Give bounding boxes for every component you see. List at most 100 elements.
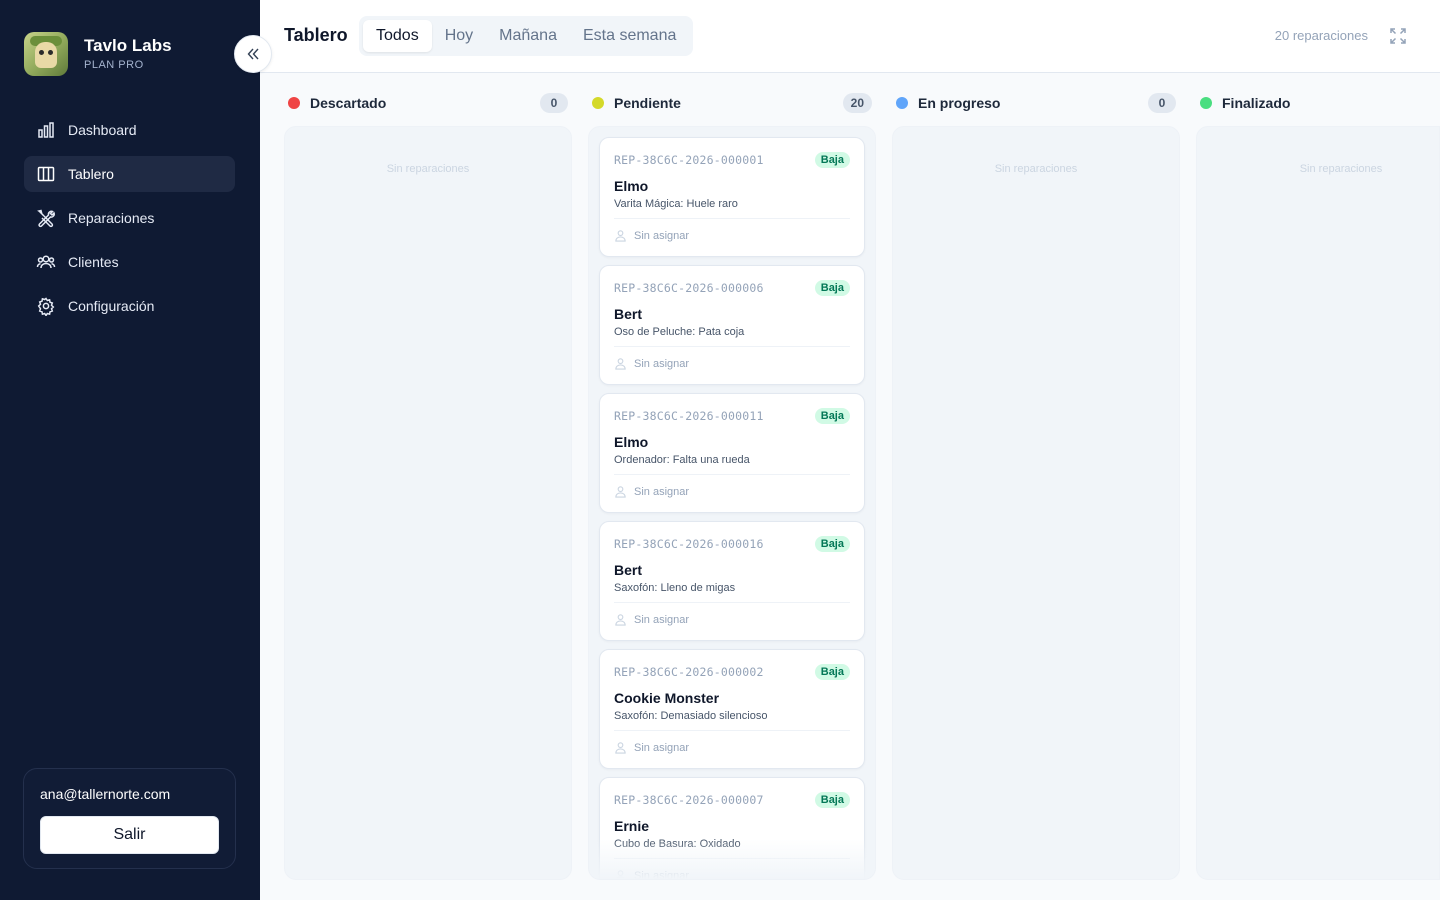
repair-card[interactable]: REP-38C6C-2026-000002 Baja Cookie Monster…: [599, 649, 865, 769]
page-title: Tablero: [284, 25, 348, 45]
sidebar-item-configuracion[interactable]: Configuración: [24, 288, 235, 324]
assignee-label: Sin asignar: [634, 485, 690, 498]
column-dropzone[interactable]: Sin reparaciones: [892, 126, 1180, 880]
user-icon: [615, 742, 626, 754]
users-icon: [36, 255, 56, 269]
logout-button[interactable]: Salir: [40, 816, 219, 854]
sidebar-item-reparaciones[interactable]: Reparaciones: [24, 200, 235, 236]
sidebar-item-label: Tablero: [68, 166, 114, 182]
sidebar-item-label: Reparaciones: [68, 210, 155, 226]
brand-name: Tavlo Labs: [84, 36, 172, 55]
sidebar: Tavlo Labs PLAN PRO Dashboard Tablero Re…: [0, 0, 260, 900]
account-panel: ana@tallernorte.com Salir: [23, 768, 236, 869]
column-count-badge: 0: [540, 93, 568, 113]
customer-name: Elmo: [614, 178, 649, 194]
column-title: Pendiente: [614, 95, 681, 111]
priority-badge: Baja: [814, 664, 850, 680]
sidebar-nav: Dashboard Tablero Reparaciones Clientes …: [24, 112, 235, 332]
plan-label: PLAN PRO: [84, 59, 144, 71]
brand-logo: [24, 32, 68, 76]
column-header: Finalizado: [1196, 88, 1440, 118]
tab-todos[interactable]: Todos: [363, 20, 432, 52]
sidebar-item-clientes[interactable]: Clientes: [24, 244, 235, 280]
column-title: En progreso: [918, 95, 1001, 111]
fullscreen-button[interactable]: [1388, 26, 1408, 46]
repair-card[interactable]: REP-38C6C-2026-000011 Baja Elmo Ordenador…: [599, 393, 865, 513]
repair-description: Cubo de Basura: Oxidado: [614, 837, 850, 859]
assignee[interactable]: Sin asignar: [614, 741, 850, 754]
column-title: Finalizado: [1222, 95, 1291, 111]
user-icon: [615, 614, 626, 626]
tab-esta-semana[interactable]: Esta semana: [570, 20, 689, 52]
repair-id: REP-38C6C-2026-000002: [614, 665, 764, 679]
column-title: Descartado: [310, 95, 387, 111]
status-dot: [1200, 97, 1212, 109]
customer-name: Bert: [614, 562, 643, 578]
assignee[interactable]: Sin asignar: [614, 357, 850, 370]
column-pendiente: Pendiente 20 REP-38C6C-2026-000001 Baja E…: [588, 88, 876, 880]
sidebar-item-dashboard[interactable]: Dashboard: [24, 112, 235, 148]
tab-manana[interactable]: Mañana: [486, 20, 570, 52]
bar-chart-icon: [38, 122, 54, 138]
empty-state: Sin reparaciones: [386, 163, 470, 175]
tools-icon: [37, 209, 55, 228]
customer-name: Ernie: [614, 818, 650, 834]
repair-card[interactable]: REP-38C6C-2026-000006 Baja Bert Oso de Pe…: [599, 265, 865, 385]
expand-icon: [1390, 28, 1406, 44]
column-count-badge: 0: [1148, 93, 1176, 113]
assignee[interactable]: Sin asignar: [614, 229, 850, 242]
sidebar-item-label: Dashboard: [68, 122, 137, 138]
repair-description: Saxofón: Lleno de migas: [614, 581, 850, 603]
repair-id: REP-38C6C-2026-000001: [614, 153, 764, 167]
priority-badge: Baja: [814, 280, 850, 296]
priority-badge: Baja: [814, 408, 850, 424]
chevrons-left-icon: [247, 48, 259, 60]
column-en-progreso: En progreso 0 Sin reparaciones: [892, 88, 1180, 880]
column-dropzone[interactable]: Sin reparaciones: [284, 126, 572, 880]
status-dot: [896, 97, 908, 109]
repair-count: 20 reparaciones: [1274, 28, 1368, 43]
empty-state: Sin reparaciones: [994, 163, 1078, 175]
date-filter-tabs: Todos Hoy Mañana Esta semana: [359, 16, 694, 56]
repair-card[interactable]: REP-38C6C-2026-000007 Baja Ernie Cubo de …: [599, 777, 865, 880]
assignee-label: Sin asignar: [634, 869, 690, 880]
empty-state: Sin reparaciones: [1299, 163, 1383, 175]
assignee-label: Sin asignar: [634, 229, 690, 242]
columns-icon: [37, 166, 55, 182]
status-dot: [592, 97, 604, 109]
user-icon: [615, 358, 626, 370]
repair-id: REP-38C6C-2026-000016: [614, 537, 764, 551]
priority-badge: Baja: [814, 792, 850, 808]
assignee-label: Sin asignar: [634, 613, 690, 626]
assignee[interactable]: Sin asignar: [614, 613, 850, 626]
account-email: ana@tallernorte.com: [40, 786, 171, 802]
brand[interactable]: Tavlo Labs PLAN PRO: [24, 32, 172, 76]
customer-name: Bert: [614, 306, 643, 322]
gear-icon: [37, 297, 55, 316]
user-icon: [615, 486, 626, 498]
column-header: Descartado 0: [284, 88, 572, 118]
user-icon: [615, 870, 626, 879]
tab-hoy[interactable]: Hoy: [432, 20, 486, 52]
column-finalizado: Finalizado Sin reparaciones: [1196, 88, 1440, 880]
sidebar-item-tablero[interactable]: Tablero: [24, 156, 235, 192]
collapse-sidebar-button[interactable]: [234, 35, 272, 73]
column-dropzone[interactable]: Sin reparaciones: [1196, 126, 1440, 880]
column-header: Pendiente 20: [588, 88, 876, 118]
customer-name: Elmo: [614, 434, 649, 450]
repair-description: Saxofón: Demasiado silencioso: [614, 709, 850, 731]
assignee[interactable]: Sin asignar: [614, 485, 850, 498]
repair-card[interactable]: REP-38C6C-2026-000001 Baja Elmo Varita Má…: [599, 137, 865, 257]
customer-name: Cookie Monster: [614, 690, 720, 706]
priority-badge: Baja: [814, 152, 850, 168]
column-dropzone[interactable]: REP-38C6C-2026-000001 Baja Elmo Varita Má…: [588, 126, 876, 880]
column-header: En progreso 0: [892, 88, 1180, 118]
sidebar-item-label: Configuración: [68, 298, 155, 314]
repair-id: REP-38C6C-2026-000011: [614, 409, 764, 423]
repair-card[interactable]: REP-38C6C-2026-000016 Baja Bert Saxofón: …: [599, 521, 865, 641]
user-icon: [615, 230, 626, 242]
repair-description: Ordenador: Falta una rueda: [614, 453, 850, 475]
assignee-label: Sin asignar: [634, 357, 690, 370]
repair-id: REP-38C6C-2026-000006: [614, 281, 764, 295]
assignee[interactable]: Sin asignar: [614, 869, 850, 880]
